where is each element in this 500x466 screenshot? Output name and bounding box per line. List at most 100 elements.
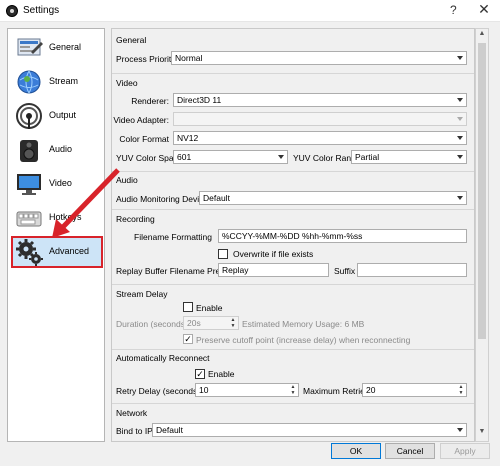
spinbox-value: 20 (366, 385, 376, 395)
sidebar-item-label: Advanced (49, 246, 90, 256)
suffix-label: Suffix (334, 266, 356, 276)
group-title: Video (116, 78, 138, 88)
output-icon (16, 103, 42, 129)
cancel-button[interactable]: Cancel (385, 443, 435, 459)
retry-delay-spinbox[interactable]: 10 ▲ ▼ (195, 383, 299, 397)
color-format-select[interactable]: NV12 (173, 131, 467, 145)
group-title: Stream Delay (116, 289, 168, 299)
audio-group: Audio Audio Monitoring Device Default (112, 171, 474, 209)
sidebar-item-audio[interactable]: Audio (11, 134, 103, 166)
apply-button[interactable]: Apply (440, 443, 490, 459)
reconnect-enable-label: Enable (208, 369, 235, 379)
audio-monitoring-label: Audio Monitoring Device (116, 194, 209, 204)
stream-icon (17, 70, 41, 94)
video-adapter-label: Video Adapter: (113, 115, 169, 125)
memory-usage-text: Estimated Memory Usage: 6 MB (242, 319, 365, 329)
renderer-label: Renderer: (131, 96, 169, 106)
select-value: Default (203, 193, 230, 203)
spinner-arrows-icon[interactable]: ▲ ▼ (289, 384, 297, 396)
max-retries-label: Maximum Retries (303, 386, 370, 396)
scroll-down-icon[interactable]: ▼ (476, 428, 488, 440)
retry-delay-label: Retry Delay (seconds) (116, 386, 201, 396)
stream-delay-enable-checkbox[interactable] (183, 302, 193, 312)
sidebar-item-advanced[interactable]: Advanced (11, 236, 103, 268)
general-icon (17, 38, 43, 56)
select-value: Default (156, 425, 183, 435)
duration-label: Duration (seconds) (116, 319, 188, 329)
advanced-icon (16, 239, 43, 266)
bind-ip-select[interactable]: Default (152, 423, 467, 437)
duration-spinbox[interactable]: 20s ▲ ▼ (183, 316, 239, 330)
sidebar-item-label: Stream (49, 76, 79, 86)
title-bar: Settings ? ✕ (0, 0, 500, 22)
spinbox-value: 10 (199, 385, 209, 395)
preserve-cutoff-checkbox[interactable]: ✓ (183, 334, 193, 344)
scroll-up-icon[interactable]: ▲ (476, 30, 488, 42)
sidebar-item-stream[interactable]: Stream (11, 66, 103, 98)
audio-icon (20, 140, 38, 162)
preserve-cutoff-label: Preserve cutoff point (increase delay) w… (196, 335, 411, 345)
ok-button[interactable]: OK (331, 443, 381, 459)
group-title: Automatically Reconnect (116, 353, 210, 363)
obs-logo-icon (6, 5, 18, 17)
group-title: Recording (116, 214, 155, 224)
filename-formatting-label: Filename Formatting (134, 232, 212, 242)
network-group: Network Bind to IP Default (112, 403, 474, 441)
video-icon (17, 174, 41, 195)
spinner-arrows-icon[interactable]: ▲ ▼ (457, 384, 465, 396)
chevron-down-icon (457, 155, 463, 159)
max-retries-spinbox[interactable]: 20 ▲ ▼ (362, 383, 467, 397)
process-priority-label: Process Priority (116, 54, 176, 64)
sidebar-item-general[interactable]: General (11, 32, 103, 64)
select-value: Direct3D 11 (177, 95, 222, 105)
process-priority-select[interactable]: Normal (171, 51, 467, 65)
spinbox-value: 20s (187, 318, 201, 328)
replay-prefix-label: Replay Buffer Filename Prefix (116, 266, 229, 276)
stream-delay-group: Stream Delay Enable Duration (seconds) 2… (112, 284, 474, 350)
chevron-down-icon (457, 136, 463, 140)
yuv-space-select[interactable]: 601 (173, 150, 288, 164)
sidebar-item-label: General (49, 42, 82, 52)
chevron-down-icon (457, 428, 463, 432)
close-button[interactable]: ✕ (472, 1, 496, 19)
scroll-thumb[interactable] (478, 43, 486, 339)
select-value: NV12 (177, 133, 199, 143)
hotkeys-icon (16, 211, 42, 227)
overwrite-checkbox[interactable] (218, 249, 228, 259)
overwrite-label: Overwrite if file exists (233, 249, 314, 259)
bind-ip-label: Bind to IP (116, 426, 153, 436)
spinner-arrows-icon[interactable]: ▲ ▼ (229, 317, 237, 329)
chevron-down-icon (457, 117, 463, 121)
group-title: Audio (116, 175, 138, 185)
settings-sidebar: General Stream Output Audio Video Hotkey… (7, 28, 105, 442)
color-format-label: Color Format (119, 134, 169, 144)
audio-monitoring-select[interactable]: Default (199, 191, 467, 205)
window-title: Settings (23, 5, 60, 16)
video-adapter-select[interactable] (173, 112, 467, 126)
reconnect-enable-checkbox[interactable]: ✓ (195, 369, 205, 379)
sidebar-item-video[interactable]: Video (11, 168, 103, 200)
select-value: Partial (355, 152, 380, 162)
help-button[interactable]: ? (450, 3, 457, 17)
content-scrollbar[interactable]: ▲ ▼ (475, 28, 489, 442)
general-group: General Process Priority Normal (112, 29, 474, 75)
select-value: Normal (175, 53, 203, 63)
filename-formatting-input[interactable]: %CCYY-%MM-%DD %hh-%mm-%ss (218, 229, 467, 243)
sidebar-item-output[interactable]: Output (11, 100, 103, 132)
sidebar-item-label: Hotkeys (49, 212, 82, 222)
recording-group: Recording Filename Formatting %CCYY-%MM-… (112, 209, 474, 281)
settings-content-panel: General Process Priority Normal Video Re… (111, 28, 475, 442)
suffix-input[interactable] (357, 263, 467, 277)
chevron-down-icon (457, 196, 463, 200)
replay-prefix-input[interactable]: Replay (218, 263, 329, 277)
video-group: Video Renderer: Direct3D 11 Video Adapte… (112, 73, 474, 171)
chevron-down-icon (278, 155, 284, 159)
renderer-select[interactable]: Direct3D 11 (173, 93, 467, 107)
chevron-down-icon (457, 98, 463, 102)
sidebar-item-label: Audio (49, 144, 73, 154)
sidebar-item-hotkeys[interactable]: Hotkeys (11, 202, 103, 234)
sidebar-item-label: Output (49, 110, 77, 120)
select-value: 601 (177, 152, 192, 162)
sidebar-item-label: Video (49, 178, 72, 188)
yuv-range-select[interactable]: Partial (351, 150, 467, 164)
